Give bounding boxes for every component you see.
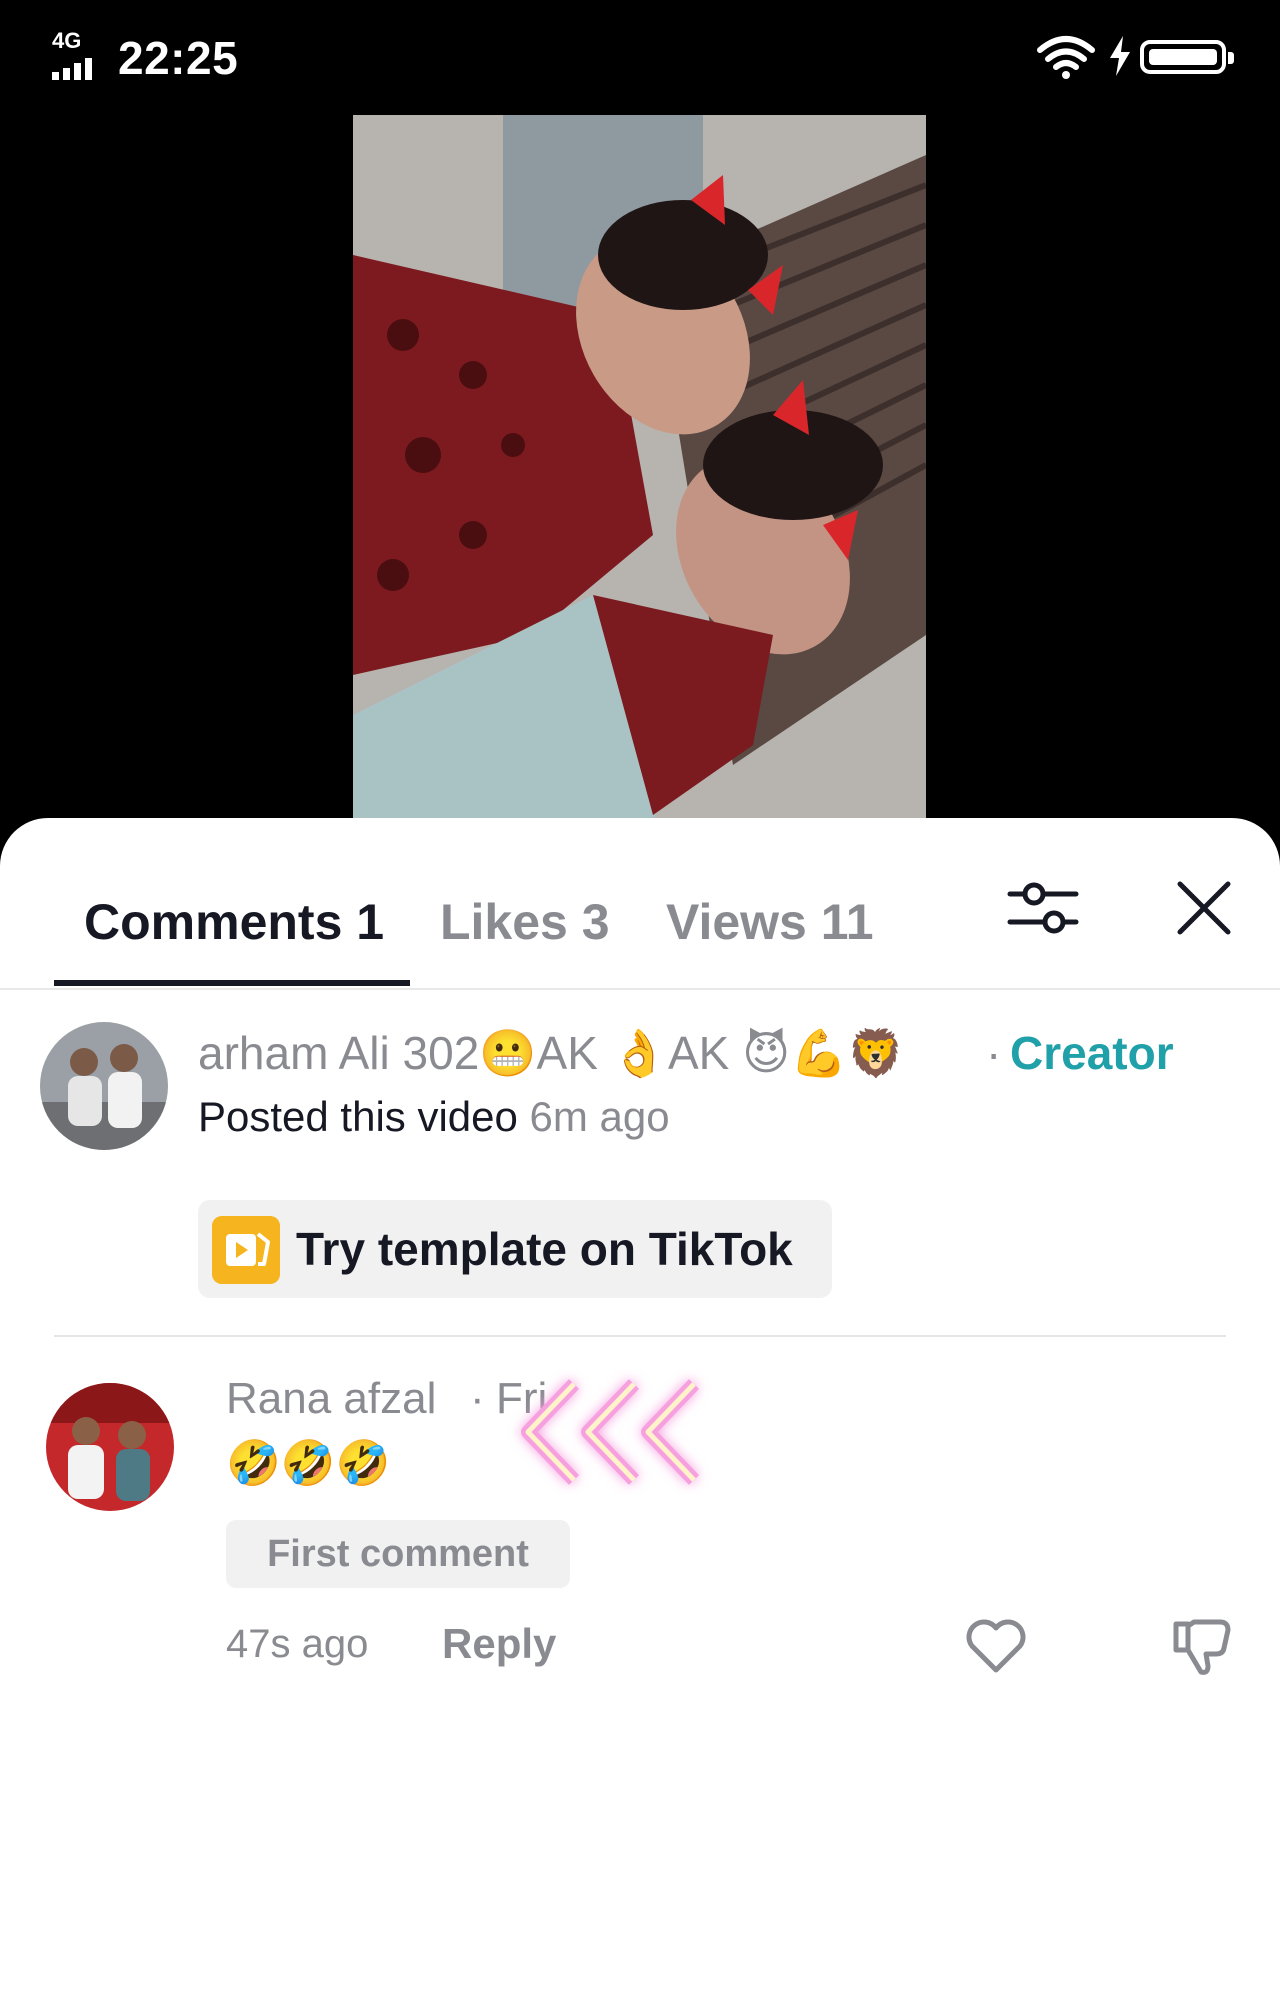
first-comment-badge: First comment — [226, 1520, 570, 1588]
creator-avatar[interactable] — [40, 1022, 168, 1150]
tab-likes[interactable]: Likes 3 — [440, 874, 610, 970]
cellular-signal-icon: 4G — [52, 30, 112, 80]
commenter-username[interactable]: Rana afzal — [226, 1364, 436, 1434]
try-template-label: Try template on TikTok — [296, 1223, 793, 1275]
comment-text: 🤣🤣🤣 — [226, 1439, 391, 1488]
status-time: 22:25 — [118, 32, 239, 84]
posted-label: Posted this video — [198, 1093, 518, 1140]
creator-badge: Creator — [1010, 1027, 1174, 1079]
creator-username[interactable]: arham Ali 302😬AK 👌AK 😈💪🦁 — [198, 1016, 905, 1090]
template-icon — [212, 1216, 280, 1284]
wifi-icon — [1037, 36, 1095, 79]
tab-bar: Comments 1 Likes 3 Views 11 — [0, 818, 1280, 990]
heart-icon[interactable] — [962, 1612, 1030, 1680]
network-type: 4G — [52, 28, 82, 53]
reply-button[interactable]: Reply — [442, 1610, 556, 1678]
commenter-avatar[interactable] — [46, 1383, 174, 1511]
posted-line: Posted this video 6m ago — [198, 1082, 670, 1152]
separator-dot: · — [986, 1027, 1002, 1079]
section-divider — [54, 1335, 1226, 1337]
charging-icon — [1110, 36, 1130, 76]
battery-icon — [1140, 40, 1234, 74]
chevron-sticker — [521, 1379, 700, 1485]
try-template-button[interactable]: Try template on TikTok — [198, 1200, 832, 1298]
active-tab-indicator — [54, 980, 410, 986]
separator-dot: · — [470, 1374, 485, 1423]
video-thumbnail[interactable] — [353, 115, 926, 825]
tab-comments[interactable]: Comments 1 — [84, 874, 384, 970]
posted-time: 6m ago — [529, 1093, 670, 1140]
comment-time: 47s ago — [226, 1622, 369, 1666]
tab-views[interactable]: Views 11 — [666, 874, 874, 970]
filter-icon[interactable] — [1000, 864, 1086, 950]
close-icon[interactable] — [1166, 864, 1242, 950]
dislike-icon[interactable] — [1168, 1612, 1236, 1680]
status-bar: 4G 22:25 — [0, 0, 1280, 110]
